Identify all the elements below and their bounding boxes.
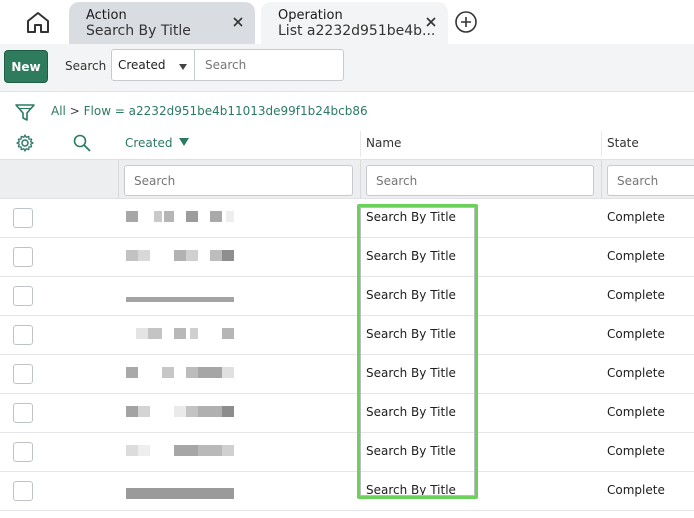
state-search-input[interactable] <box>607 165 694 196</box>
column-header-state[interactable]: State <box>607 136 639 150</box>
table-row[interactable]: Search By Title Complete <box>0 277 694 316</box>
caret-down-icon <box>179 64 187 70</box>
search-icon[interactable] <box>72 133 92 153</box>
column-header-created[interactable]: Created <box>125 136 189 150</box>
table-row[interactable]: Search By Title Complete <box>0 472 694 511</box>
state-cell: Complete <box>607 366 665 380</box>
row-checkbox[interactable] <box>13 208 33 228</box>
filter-icon[interactable] <box>14 102 36 122</box>
app-root: Action Search By Title Operation List a2… <box>0 0 694 518</box>
state-cell: Complete <box>607 288 665 302</box>
close-icon[interactable] <box>424 15 438 29</box>
list-toolbar: New Search Created <box>0 44 694 92</box>
column-divider <box>118 160 119 200</box>
column-divider <box>601 131 602 157</box>
state-cell: Complete <box>607 249 665 263</box>
tab-title: Search By Title <box>86 23 191 39</box>
home-icon[interactable] <box>24 10 52 34</box>
tab-title: List a2232d951be4b... <box>278 23 436 39</box>
table-row[interactable]: Search By Title Complete <box>0 199 694 238</box>
gear-icon[interactable] <box>15 133 35 153</box>
close-icon[interactable] <box>231 15 245 29</box>
new-button[interactable]: New <box>4 50 48 83</box>
breadcrumb-all[interactable]: All <box>51 104 66 118</box>
table-row[interactable]: Search By Title Complete <box>0 355 694 394</box>
table-row[interactable]: Search By Title Complete <box>0 433 694 472</box>
table-row[interactable]: Search By Title Complete <box>0 238 694 277</box>
name-cell[interactable]: Search By Title <box>366 405 456 419</box>
tab-kind: Operation <box>278 8 343 23</box>
add-tab-icon[interactable] <box>454 10 478 34</box>
breadcrumb: All > Flow = a2232d951be4b11013de99f1b24… <box>51 104 368 118</box>
column-header-name[interactable]: Name <box>366 136 401 150</box>
table-row[interactable]: Search By Title Complete <box>0 316 694 355</box>
tab-operation[interactable]: Operation List a2232d951be4b... <box>261 2 448 44</box>
created-search-input[interactable] <box>124 165 353 196</box>
column-search-row <box>0 159 694 200</box>
tab-kind: Action <box>86 8 127 23</box>
search-input[interactable] <box>194 49 344 81</box>
row-checkbox[interactable] <box>13 481 33 501</box>
tab-action[interactable]: Action Search By Title <box>69 2 255 44</box>
name-cell[interactable]: Search By Title <box>366 366 456 380</box>
name-cell[interactable]: Search By Title <box>366 483 456 497</box>
search-label: Search <box>65 59 107 73</box>
column-divider <box>601 160 602 200</box>
sort-desc-icon <box>178 138 189 146</box>
table-row[interactable]: Search By Title Complete <box>0 394 694 433</box>
state-cell: Complete <box>607 405 665 419</box>
name-cell[interactable]: Search By Title <box>366 210 456 224</box>
row-checkbox[interactable] <box>13 247 33 267</box>
search-field-select[interactable]: Created <box>111 49 195 81</box>
row-checkbox[interactable] <box>13 403 33 423</box>
row-checkbox[interactable] <box>13 286 33 306</box>
name-cell[interactable]: Search By Title <box>366 288 456 302</box>
name-cell[interactable]: Search By Title <box>366 327 456 341</box>
state-cell: Complete <box>607 210 665 224</box>
name-cell[interactable]: Search By Title <box>366 249 456 263</box>
name-cell[interactable]: Search By Title <box>366 444 456 458</box>
column-divider <box>360 160 361 200</box>
breadcrumb-filter[interactable]: Flow = a2232d951be4b11013de99f1b24bcb86 <box>84 104 368 118</box>
tab-bar: Action Search By Title Operation List a2… <box>0 0 694 44</box>
state-cell: Complete <box>607 327 665 341</box>
search-field-value: Created <box>118 58 166 72</box>
state-cell: Complete <box>607 444 665 458</box>
column-header-label: Created <box>125 136 173 150</box>
state-cell: Complete <box>607 483 665 497</box>
column-divider <box>360 131 361 157</box>
breadcrumb-separator: > <box>69 104 80 118</box>
row-checkbox[interactable] <box>13 442 33 462</box>
name-search-input[interactable] <box>366 165 594 196</box>
row-checkbox[interactable] <box>13 325 33 345</box>
row-checkbox[interactable] <box>13 364 33 384</box>
